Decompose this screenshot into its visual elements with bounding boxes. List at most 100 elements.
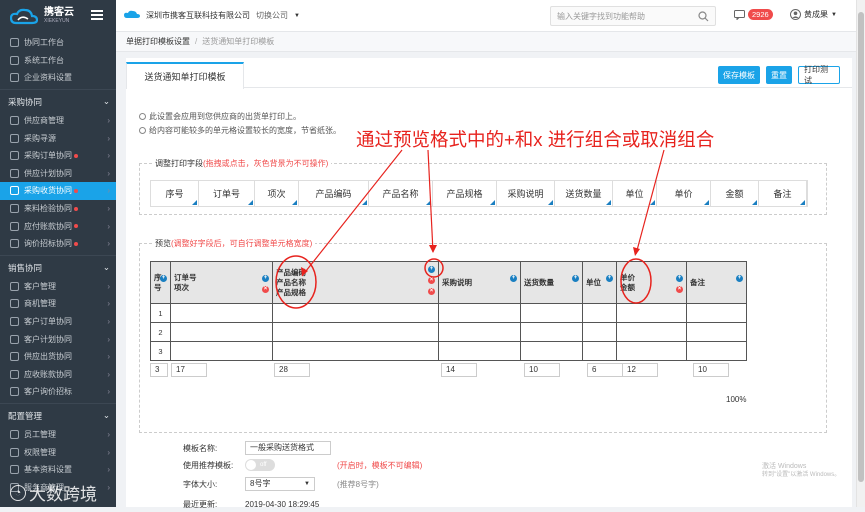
message-count-badge: 2926 (748, 9, 773, 20)
cloud-logo-icon (9, 8, 39, 26)
column-width-input[interactable]: 10 (524, 363, 560, 377)
sidebar-group[interactable]: 销售协同 ⌄ (0, 258, 116, 278)
search-icon[interactable] (698, 11, 709, 22)
sidebar: 携客云 XIEKEYUN 协同工作台 系统工作台 企业资料设置 采购协同 ⌄ 供应商管理 ›… (0, 0, 116, 507)
company-switcher[interactable]: 深圳市携客互联科技有限公司 切换公司 ▼ (124, 10, 300, 21)
menu-toggle-icon[interactable] (91, 10, 103, 20)
sidebar-item[interactable]: 客户订单协同 › (0, 313, 116, 331)
sidebar-item[interactable]: 员工管理 › (0, 426, 116, 444)
template-name-input[interactable]: 一般采购送货格式 (245, 441, 331, 455)
column-width-input[interactable]: 12 (622, 363, 658, 377)
sidebar-item[interactable]: 供应商管理 › (0, 112, 116, 130)
last-update-value: 2019-04-30 18:29:45 (245, 499, 320, 509)
chevron-right-icon: › (107, 186, 110, 196)
total-width: 100% (726, 395, 747, 404)
notification-dot (74, 224, 78, 229)
sidebar-item[interactable]: 权限管理 › (0, 443, 116, 461)
chevron-right-icon: › (107, 482, 110, 492)
switch-company-link[interactable]: 切换公司 (256, 10, 288, 21)
chevron-down-icon: ▼ (294, 12, 300, 19)
message-icon (734, 9, 745, 20)
chevron-right-icon: › (107, 299, 110, 309)
sidebar-group[interactable]: 采购协同 ⌄ (0, 92, 116, 112)
chevron-right-icon: › (107, 387, 110, 397)
chevron-right-icon: › (107, 151, 110, 161)
chevron-right-icon: › (107, 465, 110, 475)
breadcrumb-current: 送货通知单打印模板 (202, 37, 275, 46)
topbar: 深圳市携客互联科技有限公司 切换公司 ▼ 输入关键字找到功能帮助 2926 黄成… (116, 0, 856, 32)
sidebar-group[interactable]: 配置管理 ⌄ (0, 406, 116, 426)
chevron-down-icon: ▼ (304, 481, 310, 487)
brand-name: 携客云 XIEKEYUN (44, 7, 74, 25)
user-menu[interactable]: 黄成果 ▼ (790, 9, 837, 20)
menu-item-icon (10, 168, 19, 178)
sidebar-item[interactable]: 企业资料设置 (0, 69, 116, 87)
column-width-input[interactable]: 3 (150, 363, 168, 377)
menu-item-icon (10, 317, 19, 327)
recommend-hint: (开启时，模板不可编辑) (337, 460, 423, 470)
sidebar-item[interactable]: 供应计划协同 › (0, 165, 116, 183)
chevron-right-icon: › (107, 204, 110, 214)
sidebar-item[interactable]: 系统工作台 (0, 52, 116, 70)
sidebar-item[interactable]: 协同工作台 (0, 34, 116, 52)
annotation-circle-plus (424, 258, 444, 278)
sidebar-item[interactable]: 采购寻源 › (0, 129, 116, 147)
main-panel: 送货通知单打印模板 保存模板 重置 打印测试 此设置会应用到您供应商的出货单打印… (126, 58, 852, 509)
menu-item-icon (10, 352, 19, 362)
recommend-toggle[interactable]: off (245, 459, 275, 471)
notification-dot (74, 241, 78, 246)
chevron-right-icon: › (107, 133, 110, 143)
sidebar-item[interactable]: 客户询价招标 › (0, 383, 116, 401)
search-input[interactable]: 输入关键字找到功能帮助 (550, 6, 716, 26)
menu-item-icon (10, 116, 19, 126)
annotation-arrow-3 (635, 149, 665, 255)
menu-item-icon (10, 334, 19, 344)
sidebar-item[interactable]: 采购订单协同 › (0, 147, 116, 165)
sidebar-item[interactable]: 商机管理 › (0, 295, 116, 313)
menu-item-icon (10, 221, 19, 231)
menu-item-icon (10, 369, 19, 379)
font-size-hint: (推荐8号字) (337, 479, 379, 489)
chevron-down-icon: ⌄ (102, 262, 110, 273)
breadcrumb-parent[interactable]: 单据打印模板设置 (126, 36, 190, 47)
menu-item-icon (10, 204, 19, 214)
annotation-circle-price (620, 258, 652, 304)
sidebar-item[interactable]: 供应出货协同 › (0, 348, 116, 366)
messages-button[interactable]: 2926 (734, 9, 773, 20)
sidebar-item[interactable]: 客户管理 › (0, 278, 116, 296)
column-width-input[interactable]: 10 (693, 363, 729, 377)
chevron-right-icon: › (107, 281, 110, 291)
column-width-input[interactable]: 28 (274, 363, 310, 377)
sidebar-item[interactable]: 询价招标协同 › (0, 235, 116, 253)
sidebar-item[interactable]: 基本资料设置 › (0, 461, 116, 479)
company-name: 深圳市携客互联科技有限公司 (146, 11, 250, 20)
chevron-right-icon: › (107, 239, 110, 249)
last-update-row: 最近更新: 2019-04-30 18:29:45 (183, 499, 320, 509)
column-width-input[interactable]: 6 (587, 363, 623, 377)
column-width-input[interactable]: 14 (441, 363, 477, 377)
page-scrollbar[interactable] (856, 0, 865, 507)
sidebar-item[interactable]: 采购收货协同 › (0, 182, 116, 200)
annotation-arrowhead-1 (301, 267, 308, 276)
menu-item-icon (10, 465, 19, 475)
scrollbar-thumb[interactable] (858, 12, 864, 482)
annotation-arrowhead-2 (429, 245, 437, 253)
font-size-row: 字体大小: 8号字 ▼ (推荐8号字) (183, 476, 379, 492)
chevron-right-icon: › (107, 352, 110, 362)
font-size-select[interactable]: 8号字 ▼ (245, 477, 315, 491)
sidebar-item[interactable]: 应付账款协同 › (0, 217, 116, 235)
menu-item-icon (10, 299, 19, 309)
sidebar-item[interactable]: 客户计划协同 › (0, 330, 116, 348)
sidebar-divider (0, 254, 116, 256)
annotation-circle-product (275, 255, 317, 309)
chevron-right-icon: › (107, 116, 110, 126)
sidebar-item[interactable]: 应收账款协同 › (0, 366, 116, 384)
column-width-input[interactable]: 17 (171, 363, 207, 377)
chevron-right-icon: › (107, 317, 110, 327)
menu-item-icon (10, 186, 19, 196)
chevron-right-icon: › (107, 429, 110, 439)
company-logo-icon (124, 10, 140, 21)
sidebar-item[interactable]: 来料检验协同 › (0, 200, 116, 218)
menu-item-icon (10, 429, 19, 439)
breadcrumb: 单据打印模板设置 / 送货通知单打印模板 (116, 32, 856, 52)
